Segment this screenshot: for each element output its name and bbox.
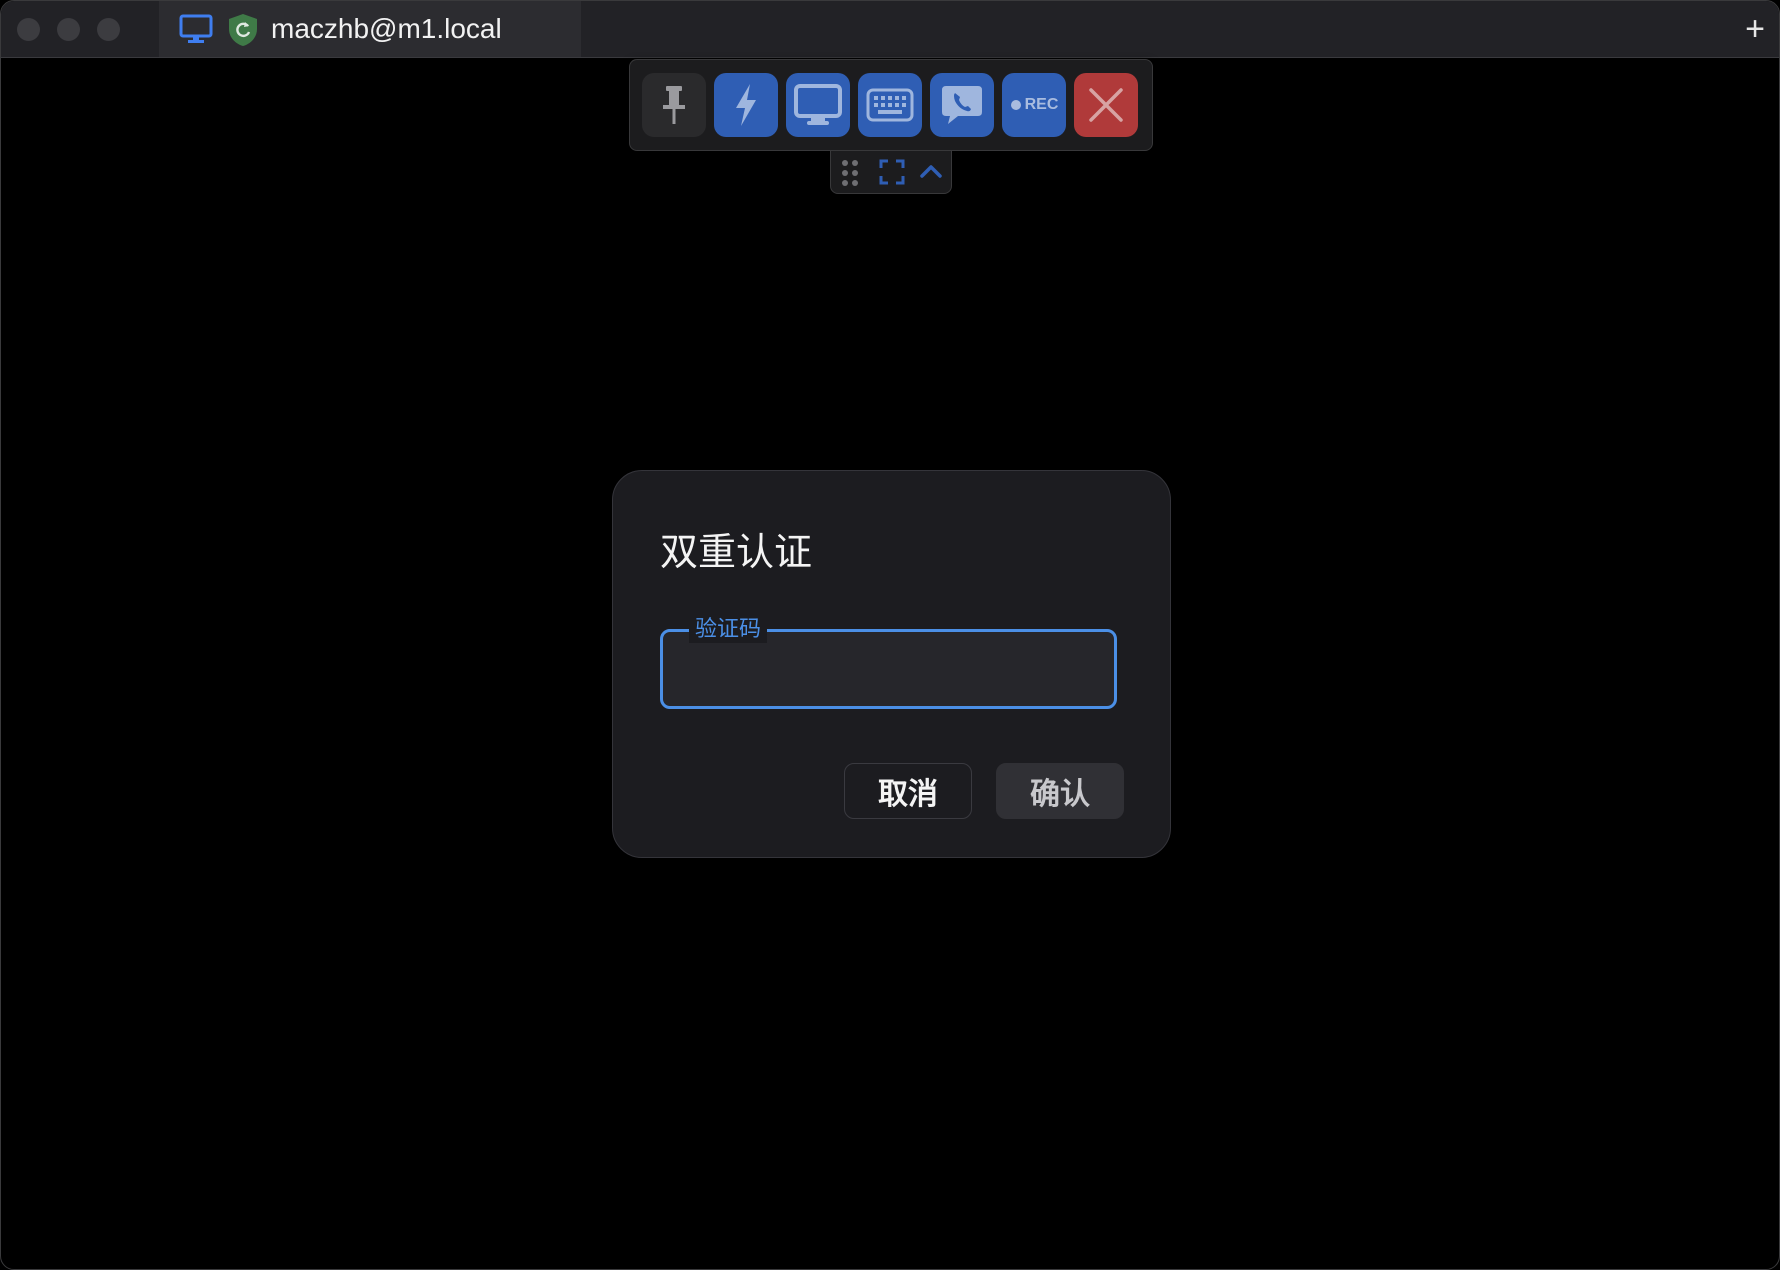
action-button[interactable] bbox=[714, 73, 778, 137]
verification-code-input[interactable] bbox=[677, 648, 1101, 690]
chat-button[interactable] bbox=[930, 73, 994, 137]
chat-phone-icon bbox=[942, 86, 982, 124]
toolbar-subbar bbox=[830, 150, 952, 194]
lightning-icon bbox=[736, 84, 756, 126]
keyboard-button[interactable] bbox=[858, 73, 922, 137]
zoom-window-button[interactable] bbox=[97, 18, 120, 41]
title-bar: maczhb@m1.local + bbox=[1, 1, 1779, 58]
monitor-icon bbox=[794, 84, 842, 125]
monitor-icon bbox=[179, 14, 213, 43]
chevron-up-icon[interactable] bbox=[919, 163, 943, 179]
remote-toolbar: REC bbox=[629, 59, 1153, 151]
add-tab-button[interactable]: + bbox=[1745, 9, 1765, 49]
verification-code-label: 验证码 bbox=[689, 611, 768, 643]
pin-icon bbox=[663, 86, 685, 124]
dialog-title: 双重认证 bbox=[660, 530, 813, 574]
close-session-button[interactable] bbox=[1074, 73, 1138, 137]
record-label: REC bbox=[1024, 96, 1059, 113]
display-button[interactable] bbox=[786, 73, 850, 137]
confirm-button[interactable]: 确认 bbox=[996, 763, 1124, 819]
record-button[interactable]: REC bbox=[1002, 73, 1066, 137]
record-icon bbox=[1010, 100, 1021, 110]
keyboard-icon bbox=[866, 88, 914, 122]
tab-title: maczhb@m1.local bbox=[271, 13, 502, 44]
two-factor-dialog: 双重认证 验证码 取消 确认 bbox=[612, 470, 1171, 858]
close-icon bbox=[1089, 88, 1123, 122]
shield-icon bbox=[229, 14, 257, 46]
fullscreen-icon[interactable] bbox=[879, 159, 905, 185]
app-window: maczhb@m1.local + REC 双重认证 验证码 取消 确认 bbox=[0, 0, 1780, 1270]
cancel-button[interactable]: 取消 bbox=[844, 763, 972, 819]
session-tab[interactable]: maczhb@m1.local bbox=[159, 1, 581, 57]
drag-handle-icon[interactable] bbox=[841, 159, 859, 187]
pin-button[interactable] bbox=[642, 73, 706, 137]
minimize-window-button[interactable] bbox=[57, 18, 80, 41]
close-window-button[interactable] bbox=[17, 18, 40, 41]
